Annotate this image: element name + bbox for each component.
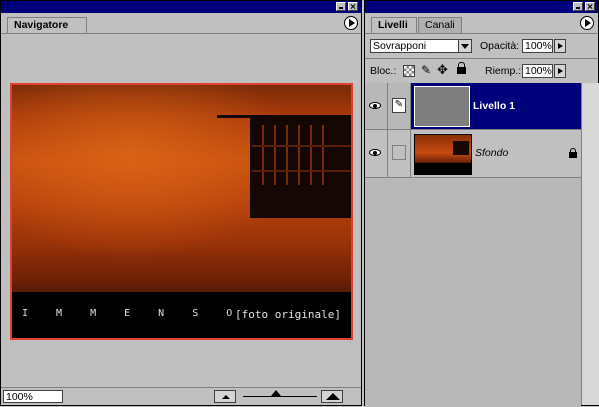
close-button[interactable] xyxy=(348,2,358,11)
zoom-slider[interactable] xyxy=(243,390,317,397)
panel-menu-arrow-icon[interactable] xyxy=(344,16,358,30)
fill-label: Riemp.: xyxy=(485,65,522,77)
navigator-preview[interactable]: I M M E N S O [foto originale] xyxy=(10,83,353,340)
layer-link-cell[interactable] xyxy=(388,130,411,177)
arrow-right-icon xyxy=(558,43,563,49)
minimize-button[interactable] xyxy=(573,2,583,11)
fill-input[interactable]: 100% xyxy=(522,64,553,78)
layer-list: ✎ Livello 1 Sfondo xyxy=(365,83,581,407)
lock-label: Bloc.: xyxy=(370,65,397,77)
lock-transparency-icon[interactable] xyxy=(403,65,415,77)
layer-row-sfondo[interactable]: Sfondo xyxy=(365,130,581,178)
eye-icon[interactable] xyxy=(369,102,381,109)
blend-mode-value: Sovrapponi xyxy=(373,40,427,52)
navigator-tab-row: Navigatore xyxy=(1,13,361,34)
layer-content-selected[interactable]: Livello 1 xyxy=(411,83,581,129)
caption-original: [foto originale] xyxy=(235,308,341,321)
brush-icon: ✎ xyxy=(392,98,406,113)
lock-row: Bloc.: ✎ ✥ Riemp.: 100% xyxy=(365,58,598,84)
layers-tab-row: Livelli Canali xyxy=(365,13,598,34)
layer-visibility-cell[interactable] xyxy=(365,130,388,177)
layers-title-bar[interactable] xyxy=(365,1,598,13)
opacity-label: Opacità: xyxy=(480,40,520,52)
zoom-bar: 100% xyxy=(1,387,361,405)
eye-icon[interactable] xyxy=(369,149,381,156)
layer-link-cell[interactable]: ✎ xyxy=(388,83,411,129)
move-icon[interactable]: ✥ xyxy=(437,63,448,76)
tab-canali[interactable]: Canali xyxy=(418,17,462,33)
zoom-input[interactable]: 100% xyxy=(3,390,63,403)
layers-panel: Livelli Canali Sovrapponi Opacità: 100% … xyxy=(364,0,599,407)
fill-arrow-button[interactable] xyxy=(554,64,566,78)
layer-thumbnail xyxy=(414,86,470,127)
layer-visibility-cell[interactable] xyxy=(365,83,388,129)
chevron-down-icon[interactable] xyxy=(458,40,471,52)
tab-livelli[interactable]: Livelli xyxy=(371,17,417,33)
layer-row-livello-1[interactable]: ✎ Livello 1 xyxy=(365,83,581,130)
layer-name: Livello 1 xyxy=(473,100,516,112)
large-mountain-icon xyxy=(326,393,340,400)
layer-thumbnail xyxy=(414,134,472,175)
navigator-panel: Navigatore I M M E N S O [foto originale… xyxy=(0,0,362,406)
empty-link-box xyxy=(392,145,406,160)
navigator-title-bar[interactable] xyxy=(1,1,361,13)
zoom-out-button[interactable] xyxy=(214,390,236,403)
opacity-input[interactable]: 100% xyxy=(522,39,553,53)
zoom-in-button[interactable] xyxy=(321,390,343,403)
layer-name: Sfondo xyxy=(475,147,509,159)
minimize-button[interactable] xyxy=(336,2,346,11)
padlock-icon[interactable] xyxy=(457,62,466,74)
small-mountain-icon xyxy=(222,395,230,399)
padlock-icon xyxy=(569,148,577,158)
layers-scrollbar[interactable] xyxy=(581,83,599,405)
preview-caption-bar: I M M E N S O [foto originale] xyxy=(12,292,351,338)
panel-menu-arrow-icon[interactable] xyxy=(580,16,594,30)
arrow-right-icon xyxy=(558,68,563,74)
caption-word: I M M E N S O xyxy=(22,308,244,319)
tab-navigatore[interactable]: Navigatore xyxy=(7,17,87,33)
zoom-slider-thumb[interactable] xyxy=(271,390,281,396)
opacity-arrow-button[interactable] xyxy=(554,39,566,53)
blend-mode-select[interactable]: Sovrapponi xyxy=(370,39,472,53)
brush-icon[interactable]: ✎ xyxy=(421,64,431,76)
close-button[interactable] xyxy=(585,2,595,11)
